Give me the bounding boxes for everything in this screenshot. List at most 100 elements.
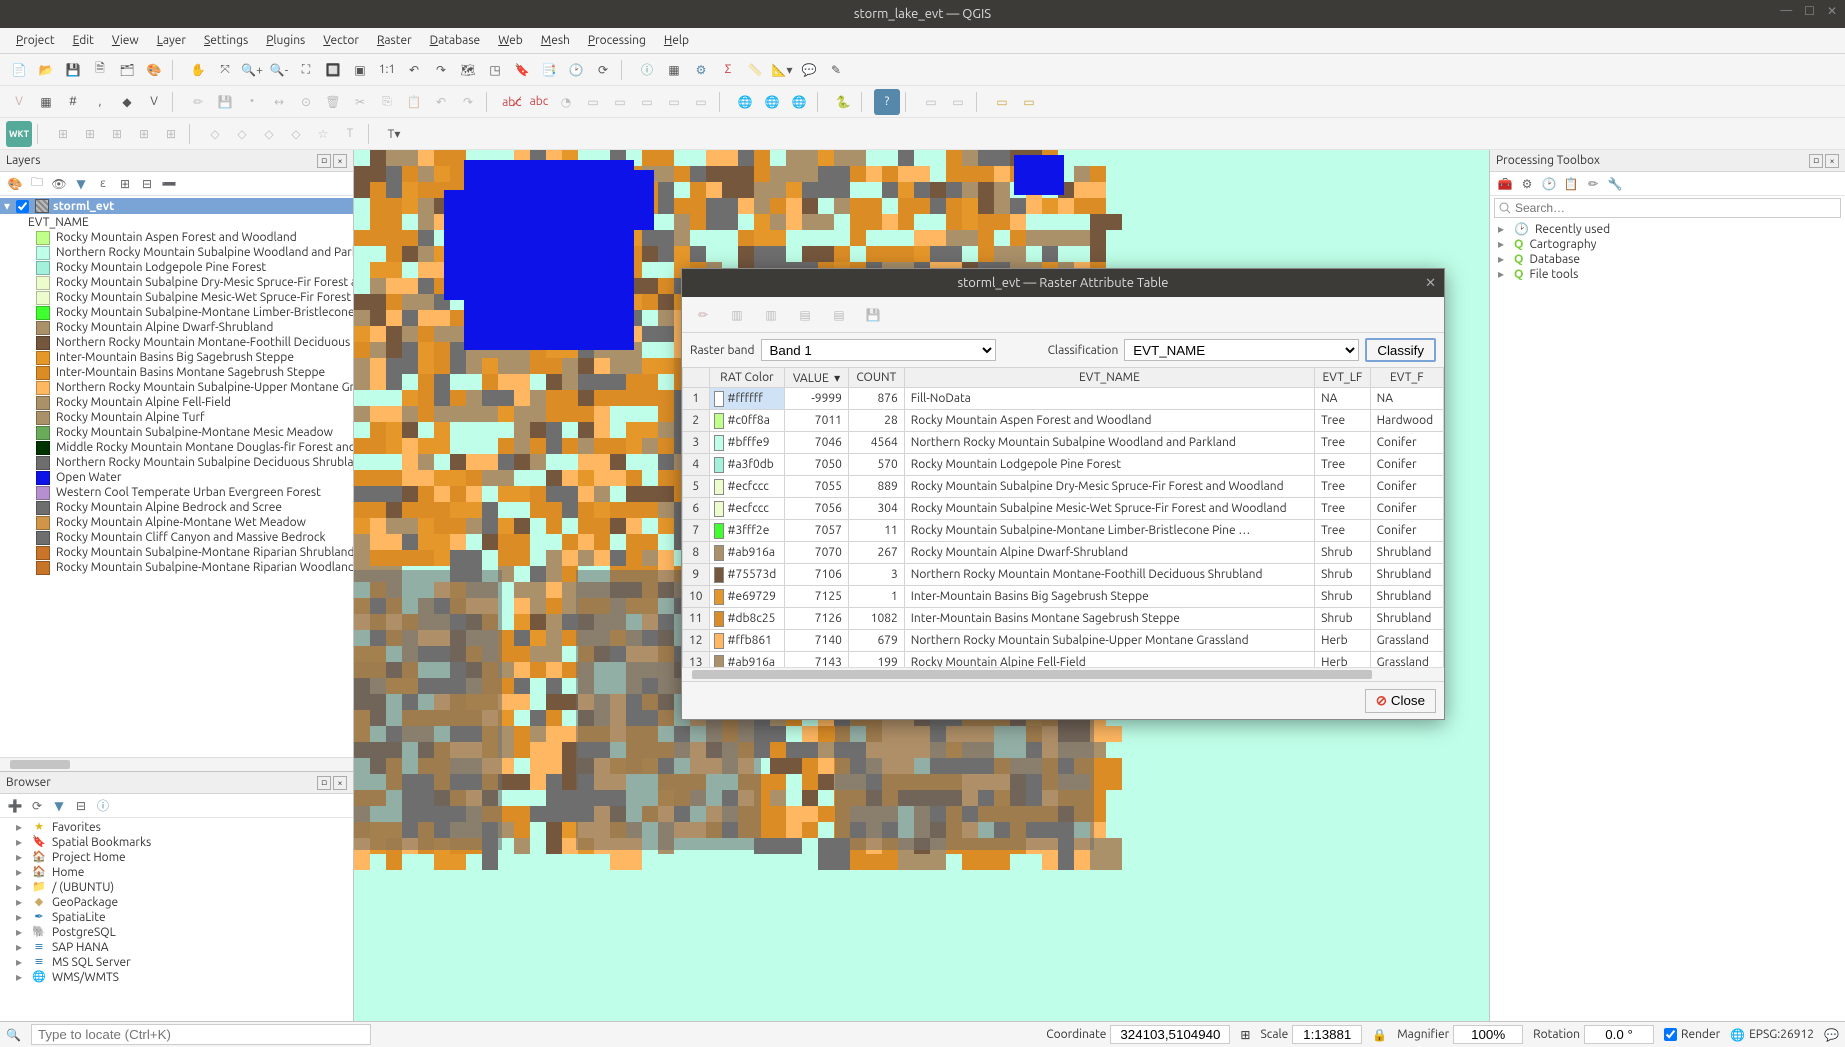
node-tool-icon[interactable]: ⊙: [293, 89, 319, 115]
legend-item[interactable]: Rocky Mountain Subalpine Dry-Mesic Spruc…: [0, 275, 353, 290]
rat-column-header[interactable]: EVT_NAME: [904, 368, 1314, 388]
classification-select[interactable]: EVT_NAME: [1124, 339, 1359, 361]
dialog-close-x-icon[interactable]: ✕: [1425, 276, 1436, 291]
rat-hscrollbar[interactable]: [682, 667, 1444, 681]
zoom-native-icon[interactable]: 1:1: [374, 57, 400, 83]
rat-evtname-cell[interactable]: Rocky Mountain Aspen Forest and Woodland: [904, 410, 1314, 432]
toggle-editing-icon[interactable]: ✏: [185, 89, 211, 115]
rat-color-cell[interactable]: #3fff2e: [709, 520, 785, 542]
table-row[interactable]: 7#3fff2e705711Rocky Mountain Subalpine-M…: [683, 520, 1444, 542]
rat-count-cell[interactable]: 570: [848, 454, 904, 476]
render-checkbox[interactable]: [1664, 1028, 1677, 1041]
deselect-icon[interactable]: ▭: [989, 89, 1015, 115]
refresh-icon[interactable]: ⟳: [590, 57, 616, 83]
menu-view[interactable]: View: [104, 30, 147, 51]
table-row[interactable]: 3#bfffe970464564Northern Rocky Mountain …: [683, 432, 1444, 454]
menu-mesh[interactable]: Mesh: [533, 30, 578, 51]
browser-tree[interactable]: ▸★Favorites▸🔖Spatial Bookmarks▸🏠Project …: [0, 818, 353, 1021]
select2-icon[interactable]: ▭: [945, 89, 971, 115]
menu-database[interactable]: Database: [422, 30, 489, 51]
rat-evtlf-cell[interactable]: Tree: [1315, 432, 1371, 454]
layers-tree[interactable]: ▾ storml_evt EVT_NAME Rocky Mountain Asp…: [0, 196, 353, 757]
messages-icon[interactable]: 💬: [1824, 1028, 1839, 1042]
legend-item[interactable]: Open Water: [0, 470, 353, 485]
rat-evtlf-cell[interactable]: Herb: [1315, 630, 1371, 652]
add-vector-icon[interactable]: V: [6, 89, 32, 115]
rat-count-cell[interactable]: 876: [848, 388, 904, 410]
move-feature-icon[interactable]: ↔: [266, 89, 292, 115]
browser-item[interactable]: ▸🏠Project Home: [0, 850, 353, 865]
rat-count-cell[interactable]: 28: [848, 410, 904, 432]
browser-item[interactable]: ▸🏠Home: [0, 865, 353, 880]
raster-band-select[interactable]: Band 1: [761, 339, 996, 361]
snap1-icon[interactable]: ⊞: [50, 121, 76, 147]
snap5-icon[interactable]: ⊞: [158, 121, 184, 147]
menu-web[interactable]: Web: [490, 30, 531, 51]
annotation2-icon[interactable]: T▾: [381, 121, 407, 147]
rat-save-icon[interactable]: 💾: [860, 302, 886, 328]
rat-color-cell[interactable]: #bfffe9: [709, 432, 785, 454]
table-row[interactable]: 10#e6972971251Inter-Mountain Basins Big …: [683, 586, 1444, 608]
zoom-layer-icon[interactable]: ▣: [347, 57, 373, 83]
browser-item[interactable]: ▸◆GeoPackage: [0, 895, 353, 910]
rat-color-cell[interactable]: #ab916a: [709, 652, 785, 668]
open-project-icon[interactable]: 📂: [33, 57, 59, 83]
add-spatialite-icon[interactable]: ◆: [114, 89, 140, 115]
proc-model-icon[interactable]: ⚙: [1518, 175, 1536, 193]
legend-item[interactable]: Inter-Mountain Basins Montane Sagebrush …: [0, 365, 353, 380]
pan-icon[interactable]: ✋: [185, 57, 211, 83]
rat-edit-icon[interactable]: ✏: [690, 302, 716, 328]
identify-icon[interactable]: ⓘ: [634, 57, 660, 83]
legend-item[interactable]: Middle Rocky Mountain Montane Douglas-fi…: [0, 440, 353, 455]
wkt-icon[interactable]: WKT: [6, 121, 32, 147]
select1-icon[interactable]: ▭: [918, 89, 944, 115]
rat-color-cell[interactable]: #e69729: [709, 586, 785, 608]
rat-evtf-cell[interactable]: Shrubland: [1370, 564, 1443, 586]
menu-help[interactable]: Help: [656, 30, 697, 51]
legend-item[interactable]: Rocky Mountain Subalpine Mesic-Wet Spruc…: [0, 290, 353, 305]
add-virtual-icon[interactable]: V: [141, 89, 167, 115]
adv4-icon[interactable]: ◇: [283, 121, 309, 147]
rat-evtf-cell[interactable]: Conifer: [1370, 520, 1443, 542]
processing-search-input[interactable]: [1494, 198, 1841, 218]
table-row[interactable]: 2#c0ff8a701128Rocky Mountain Aspen Fores…: [683, 410, 1444, 432]
legend-item[interactable]: Northern Rocky Mountain Subalpine Woodla…: [0, 245, 353, 260]
processing-tree[interactable]: ▸🕑Recently used▸QCartography▸QDatabase▸Q…: [1490, 220, 1845, 284]
rat-color-cell[interactable]: #75573d: [709, 564, 785, 586]
rat-column-header[interactable]: COUNT: [848, 368, 904, 388]
menu-vector[interactable]: Vector: [315, 30, 367, 51]
browser-item[interactable]: ▸≡SAP HANA: [0, 940, 353, 955]
rat-evtname-cell[interactable]: Rocky Mountain Lodgepole Pine Forest: [904, 454, 1314, 476]
redo-icon[interactable]: ↷: [455, 89, 481, 115]
rat-column-header[interactable]: EVT_F: [1370, 368, 1443, 388]
pan-to-selection-icon[interactable]: ⤧: [212, 57, 238, 83]
menu-processing[interactable]: Processing: [580, 30, 654, 51]
rat-evtf-cell[interactable]: Shrubland: [1370, 586, 1443, 608]
help-icon[interactable]: ?: [874, 89, 900, 115]
legend-item[interactable]: Rocky Mountain Lodgepole Pine Forest: [0, 260, 353, 275]
no-labels-icon[interactable]: abc̸: [499, 89, 525, 115]
maximize-button[interactable]: ☐: [1804, 4, 1815, 18]
menu-edit[interactable]: Edit: [65, 30, 102, 51]
locator-input[interactable]: [31, 1024, 371, 1045]
table-row[interactable]: 9#75573d71063Northern Rocky Mountain Mon…: [683, 564, 1444, 586]
rat-evtlf-cell[interactable]: Tree: [1315, 410, 1371, 432]
proc-options-icon[interactable]: 🔧: [1606, 175, 1624, 193]
cut-features-icon[interactable]: ✂: [347, 89, 373, 115]
browser-refresh-icon[interactable]: ⟳: [28, 797, 46, 815]
remove-layer-icon[interactable]: ➖: [160, 175, 178, 193]
rat-evtlf-cell[interactable]: NA: [1315, 388, 1371, 410]
dialog-close-button[interactable]: ⊘ Close: [1365, 689, 1436, 713]
snap4-icon[interactable]: ⊞: [131, 121, 157, 147]
show-bookmarks-icon[interactable]: 📑: [536, 57, 562, 83]
layout-manager-icon[interactable]: 🗂: [114, 57, 140, 83]
legend-item[interactable]: Rocky Mountain Subalpine-Montane Limber-…: [0, 305, 353, 320]
table-row[interactable]: 4#a3f0db7050570Rocky Mountain Lodgepole …: [683, 454, 1444, 476]
browser-item[interactable]: ▸≡MS SQL Server: [0, 955, 353, 970]
processing-item[interactable]: ▸QCartography: [1494, 237, 1841, 252]
rat-value-cell[interactable]: 7050: [785, 454, 849, 476]
label-tool1-icon[interactable]: ▭: [580, 89, 606, 115]
undo-icon[interactable]: ↶: [428, 89, 454, 115]
rat-evtf-cell[interactable]: NA: [1370, 388, 1443, 410]
menu-layer[interactable]: Layer: [149, 30, 194, 51]
